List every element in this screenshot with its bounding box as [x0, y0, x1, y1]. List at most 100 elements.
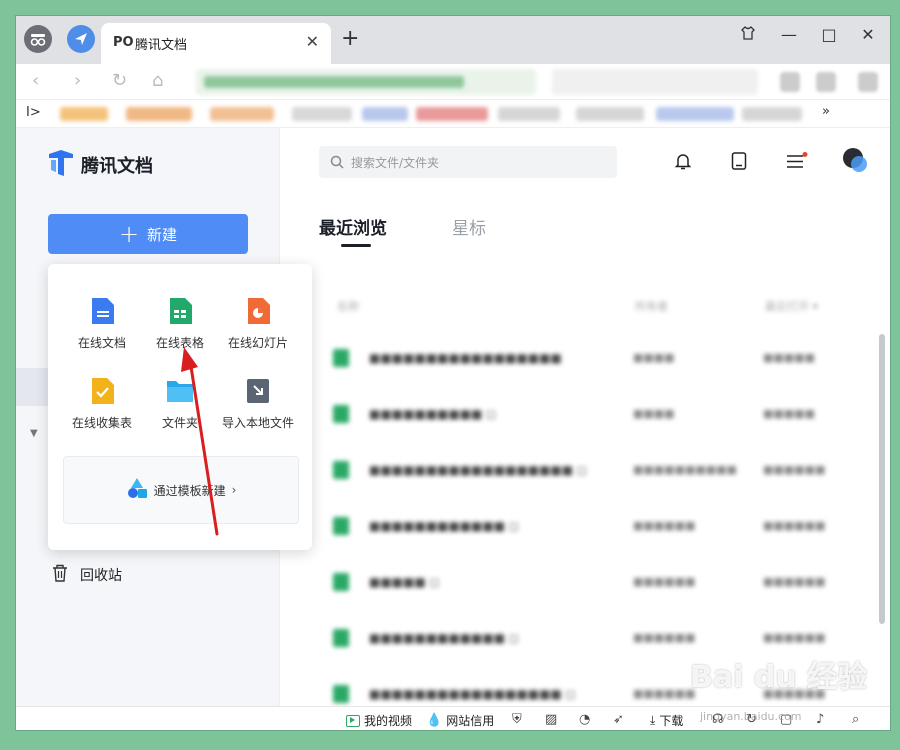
maximize-icon[interactable]: □ — [816, 25, 842, 44]
search-placeholder: 搜索文件/文件夹 — [351, 156, 440, 170]
new-tab-button[interactable]: + — [341, 26, 359, 51]
table-row[interactable]: ■■■■■■■■■■■■■■■■■ ■■■■ ■■■■■ — [333, 348, 833, 368]
tab-favicon: PO — [113, 35, 134, 50]
doc-icon — [90, 298, 114, 324]
create-online-doc[interactable]: 在线文档 — [60, 298, 144, 351]
form-icon — [90, 378, 114, 404]
reload-icon[interactable]: ↻ — [112, 70, 127, 91]
tab-starred[interactable]: 星标 — [452, 214, 486, 239]
image-icon[interactable]: ▨ — [545, 712, 557, 727]
bookmark-item[interactable] — [362, 107, 408, 121]
minimize-icon[interactable]: — — [776, 25, 802, 44]
watermark-url: jingyan.baidu.com — [700, 710, 802, 723]
new-button[interactable]: + 新建 — [48, 214, 248, 254]
create-folder[interactable]: 文件夹 — [138, 378, 222, 431]
chevron-right-icon: › — [231, 483, 237, 497]
bookmark-item[interactable] — [742, 107, 802, 121]
site-credit-label: 网站信用 — [446, 714, 495, 728]
bookmark-item[interactable] — [210, 107, 274, 121]
skin-icon[interactable] — [735, 25, 761, 45]
download-icon: ⤓ — [650, 713, 656, 727]
create-folder-label: 文件夹 — [161, 416, 198, 430]
download-button[interactable]: ⤓ 下载 — [650, 712, 683, 729]
back-icon[interactable]: ‹ — [32, 70, 39, 91]
bookmarks-bar: I> » — [16, 100, 890, 128]
browser-search-field[interactable] — [552, 69, 758, 95]
bookmark-item[interactable] — [416, 107, 488, 121]
search-icon — [330, 154, 344, 173]
watermark-logo: Bai du 经验 — [690, 660, 868, 695]
site-credit-button[interactable]: 💧 网站信用 — [426, 712, 494, 729]
rocket-icon[interactable]: ➶ — [613, 712, 624, 727]
table-row[interactable]: ■■■■■■■■■■■■■■■■■■ ◻ ■■■■■■■■■■ ■■■■■■ — [333, 460, 833, 480]
bookmark-item[interactable] — [292, 107, 352, 121]
column-header: 名称 — [337, 300, 359, 313]
download-label: 下载 — [659, 714, 684, 728]
bell-icon[interactable] — [674, 152, 692, 174]
folder-icon — [166, 378, 194, 404]
bookmark-item[interactable] — [656, 107, 734, 121]
file-time: ■■■■■■ — [763, 575, 826, 588]
file-owner: ■■■■ — [633, 351, 675, 364]
incognito-icon[interactable] — [24, 25, 52, 53]
forward-icon[interactable]: › — [74, 70, 81, 91]
drop-icon: 💧 — [426, 713, 443, 728]
tablet-icon[interactable] — [731, 152, 747, 174]
table-row[interactable]: ■■■■■■■■■■■■ ◻ ■■■■■■ ■■■■■■ — [333, 516, 833, 536]
my-video-label: 我的视频 — [364, 714, 413, 728]
column-header: 最近打开 ▾ — [765, 300, 819, 313]
home-icon[interactable]: ⌂ — [152, 70, 163, 91]
file-name: ■■■■■■■■■■ ◻ — [369, 407, 497, 421]
bookmark-item[interactable] — [126, 107, 192, 121]
import-icon — [246, 378, 270, 404]
plus-icon: + — [118, 220, 140, 248]
file-owner: ■■■■■■ — [633, 575, 696, 588]
bookmark-item[interactable] — [60, 107, 108, 121]
scrollbar[interactable] — [879, 334, 885, 624]
tab-tencent-docs[interactable]: PO 腾讯文档 ✕ — [101, 23, 331, 64]
column-header: 所有者 — [635, 300, 668, 313]
sound-icon[interactable]: ♪ — [816, 712, 824, 727]
create-menu-popup: 在线文档 在线表格 在线幻灯片 在线收集表 文件夹 导入本地文件 通过模板新建 … — [48, 264, 312, 550]
table-row[interactable]: ■■■■■ ◻ ■■■■■■ ■■■■■■ — [333, 572, 833, 592]
create-online-slides[interactable]: 在线幻灯片 — [216, 298, 300, 351]
url-field[interactable] — [196, 69, 536, 95]
trash-label[interactable]: 回收站 — [80, 565, 122, 585]
sheet-file-icon — [333, 573, 349, 591]
file-name: ■■■■■ ◻ — [369, 575, 440, 589]
menu-icon[interactable] — [786, 152, 808, 174]
table-row[interactable]: ■■■■■■■■■■■■ ◻ ■■■■■■ ■■■■■■ — [333, 628, 833, 648]
main-content: 搜索文件/文件夹 最近浏览 星标 名称 所有者 最近打开 ▾ ■■■■■■■■■… — [281, 128, 890, 706]
logo-text: 腾讯文档 — [81, 156, 153, 177]
caret-down-icon[interactable]: ▼ — [30, 428, 38, 439]
tab-close-icon[interactable]: ✕ — [306, 32, 319, 51]
zoom-icon[interactable]: ⌕ — [852, 712, 859, 727]
close-icon[interactable]: ✕ — [855, 25, 881, 44]
speed-icon[interactable]: ◔ — [579, 712, 590, 727]
bookmark-item[interactable] — [576, 107, 644, 121]
navigation-icon[interactable] — [67, 25, 95, 53]
sidebar-toggle-icon[interactable]: I> — [26, 105, 41, 120]
create-online-form[interactable]: 在线收集表 — [60, 378, 144, 431]
file-time: ■■■■■ — [763, 407, 815, 420]
table-row[interactable]: ■■■■■■■■■■ ◻ ■■■■ ■■■■■ — [333, 404, 833, 424]
file-owner: ■■■■ — [633, 407, 675, 420]
undo-icon[interactable] — [816, 72, 836, 92]
create-online-sheet-label: 在线表格 — [155, 336, 204, 350]
search-input[interactable]: 搜索文件/文件夹 — [319, 146, 617, 178]
template-shapes-icon — [126, 477, 148, 503]
avatar[interactable] — [841, 146, 869, 178]
bookmark-item[interactable] — [498, 107, 560, 121]
tab-recent[interactable]: 最近浏览 — [319, 214, 387, 239]
menu-icon[interactable] — [858, 72, 878, 92]
tab-active-indicator — [341, 244, 371, 247]
import-local-file[interactable]: 导入本地文件 — [216, 378, 300, 431]
more-bookmarks-icon[interactable]: » — [822, 104, 830, 119]
my-video-button[interactable]: 我的视频 — [346, 712, 412, 729]
sheet-file-icon — [333, 405, 349, 423]
create-online-form-label: 在线收集表 — [71, 416, 132, 430]
extensions-icon[interactable] — [780, 72, 800, 92]
create-online-sheet[interactable]: 在线表格 — [138, 298, 222, 351]
template-create-card[interactable]: 通过模板新建 › — [63, 456, 299, 524]
shield-icon[interactable]: ⛨ — [512, 712, 522, 727]
